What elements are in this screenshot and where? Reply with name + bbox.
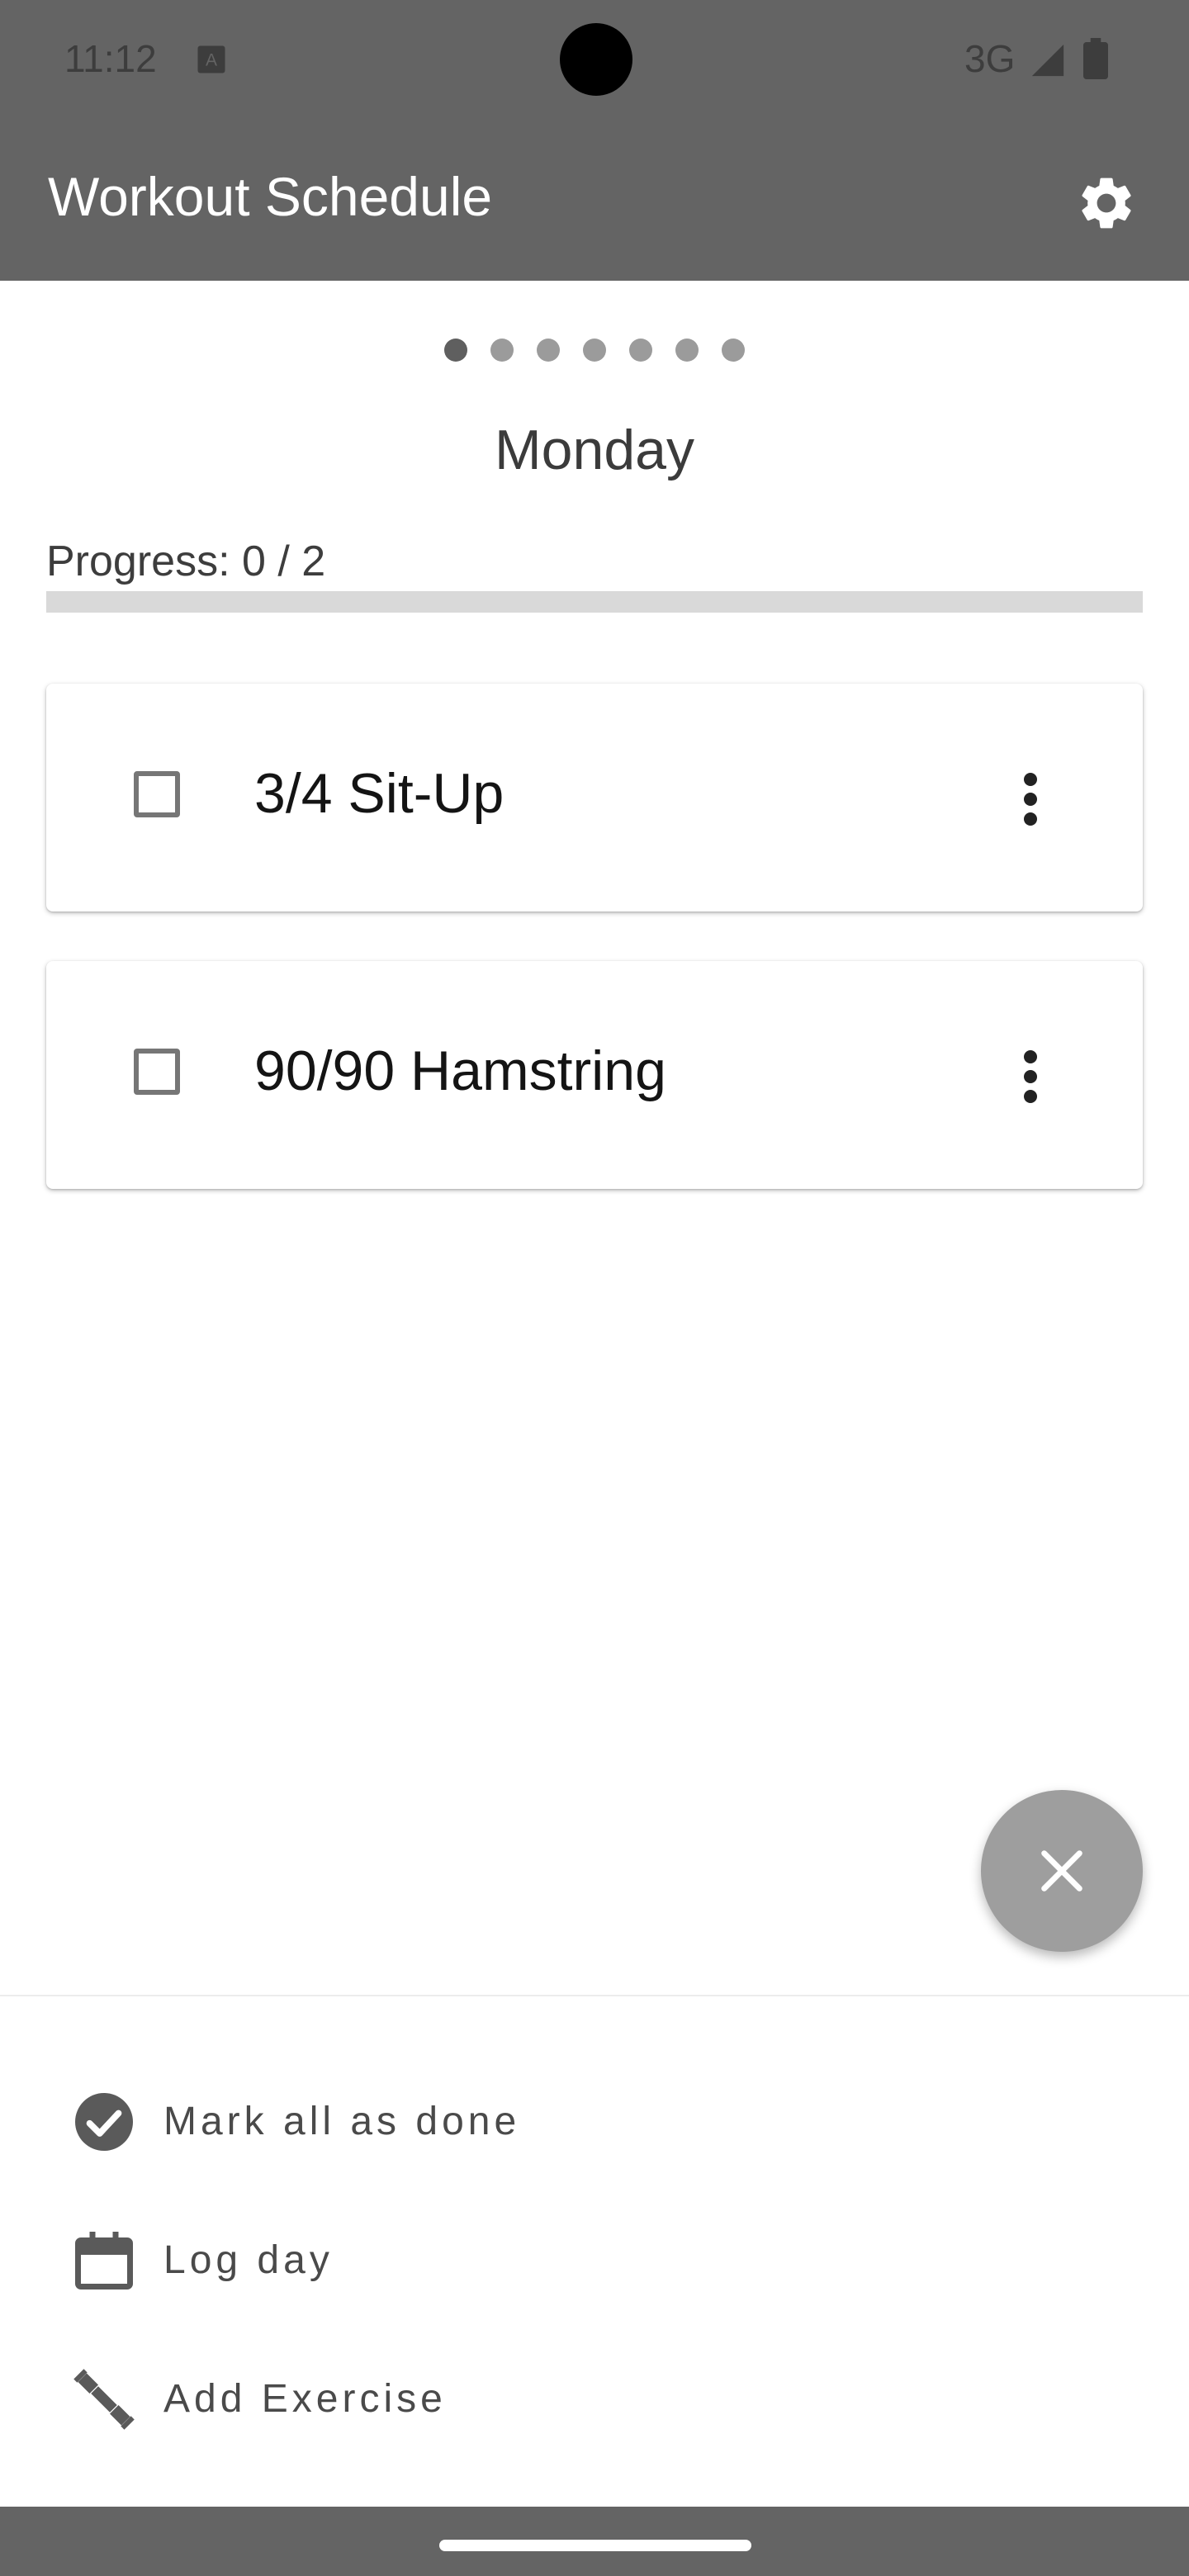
exercise-name: 3/4 Sit-Up [254,762,504,825]
close-icon [1041,1850,1082,1892]
exercise-card[interactable]: 3/4 Sit-Up [46,684,1143,912]
network-type: 3G [964,37,1016,80]
status-bar: 11:12 A 3G [0,0,1189,119]
exercise-checkbox[interactable] [134,1049,180,1095]
add-exercise-button[interactable]: Add Exercise [69,2351,647,2434]
progress-label: Progress: 0 / 2 [46,537,326,585]
day-title: Monday [495,419,694,481]
check-circle-icon [75,2093,133,2151]
mark-all-done-button[interactable]: Mark all as done [69,2074,647,2157]
keyboard-a-icon: A [197,45,225,73]
app-title: Workout Schedule [48,166,493,227]
svg-text:A: A [206,51,217,70]
page-dot-3[interactable] [537,339,560,362]
more-vert-icon[interactable] [1004,769,1057,829]
home-gesture-handle[interactable] [439,2540,751,2551]
gear-icon[interactable] [1075,172,1138,234]
exercise-card[interactable]: 90/90 Hamstring [46,961,1143,1189]
status-time: 11:12 [64,37,157,80]
calendar-icon [75,2232,133,2290]
more-vert-icon[interactable] [1004,1047,1057,1106]
page-dot-5[interactable] [629,339,652,362]
page-dot-7[interactable] [722,339,745,362]
page-dot-6[interactable] [675,339,699,362]
exercise-checkbox[interactable] [134,771,180,817]
exercise-name: 90/90 Hamstring [254,1039,666,1102]
app-bar: Workout Schedule [0,119,1189,281]
close-fab-button[interactable] [981,1790,1143,1952]
battery-icon [1083,38,1108,79]
dumbbell-icon [73,2369,135,2430]
camera-cutout [560,23,632,96]
action-label: Log day [163,2238,334,2282]
page-indicator [0,339,1189,363]
progress-bar [46,591,1143,613]
page-dot-2[interactable] [490,339,514,362]
page-dot-4[interactable] [583,339,606,362]
signal-icon [1031,44,1064,77]
navigation-bar [0,2507,1189,2576]
action-label: Mark all as done [163,2100,521,2143]
page-dot-1[interactable] [444,339,467,362]
sheet-divider [0,1995,1189,1996]
action-label: Add Exercise [163,2377,447,2421]
log-day-button[interactable]: Log day [69,2213,647,2295]
